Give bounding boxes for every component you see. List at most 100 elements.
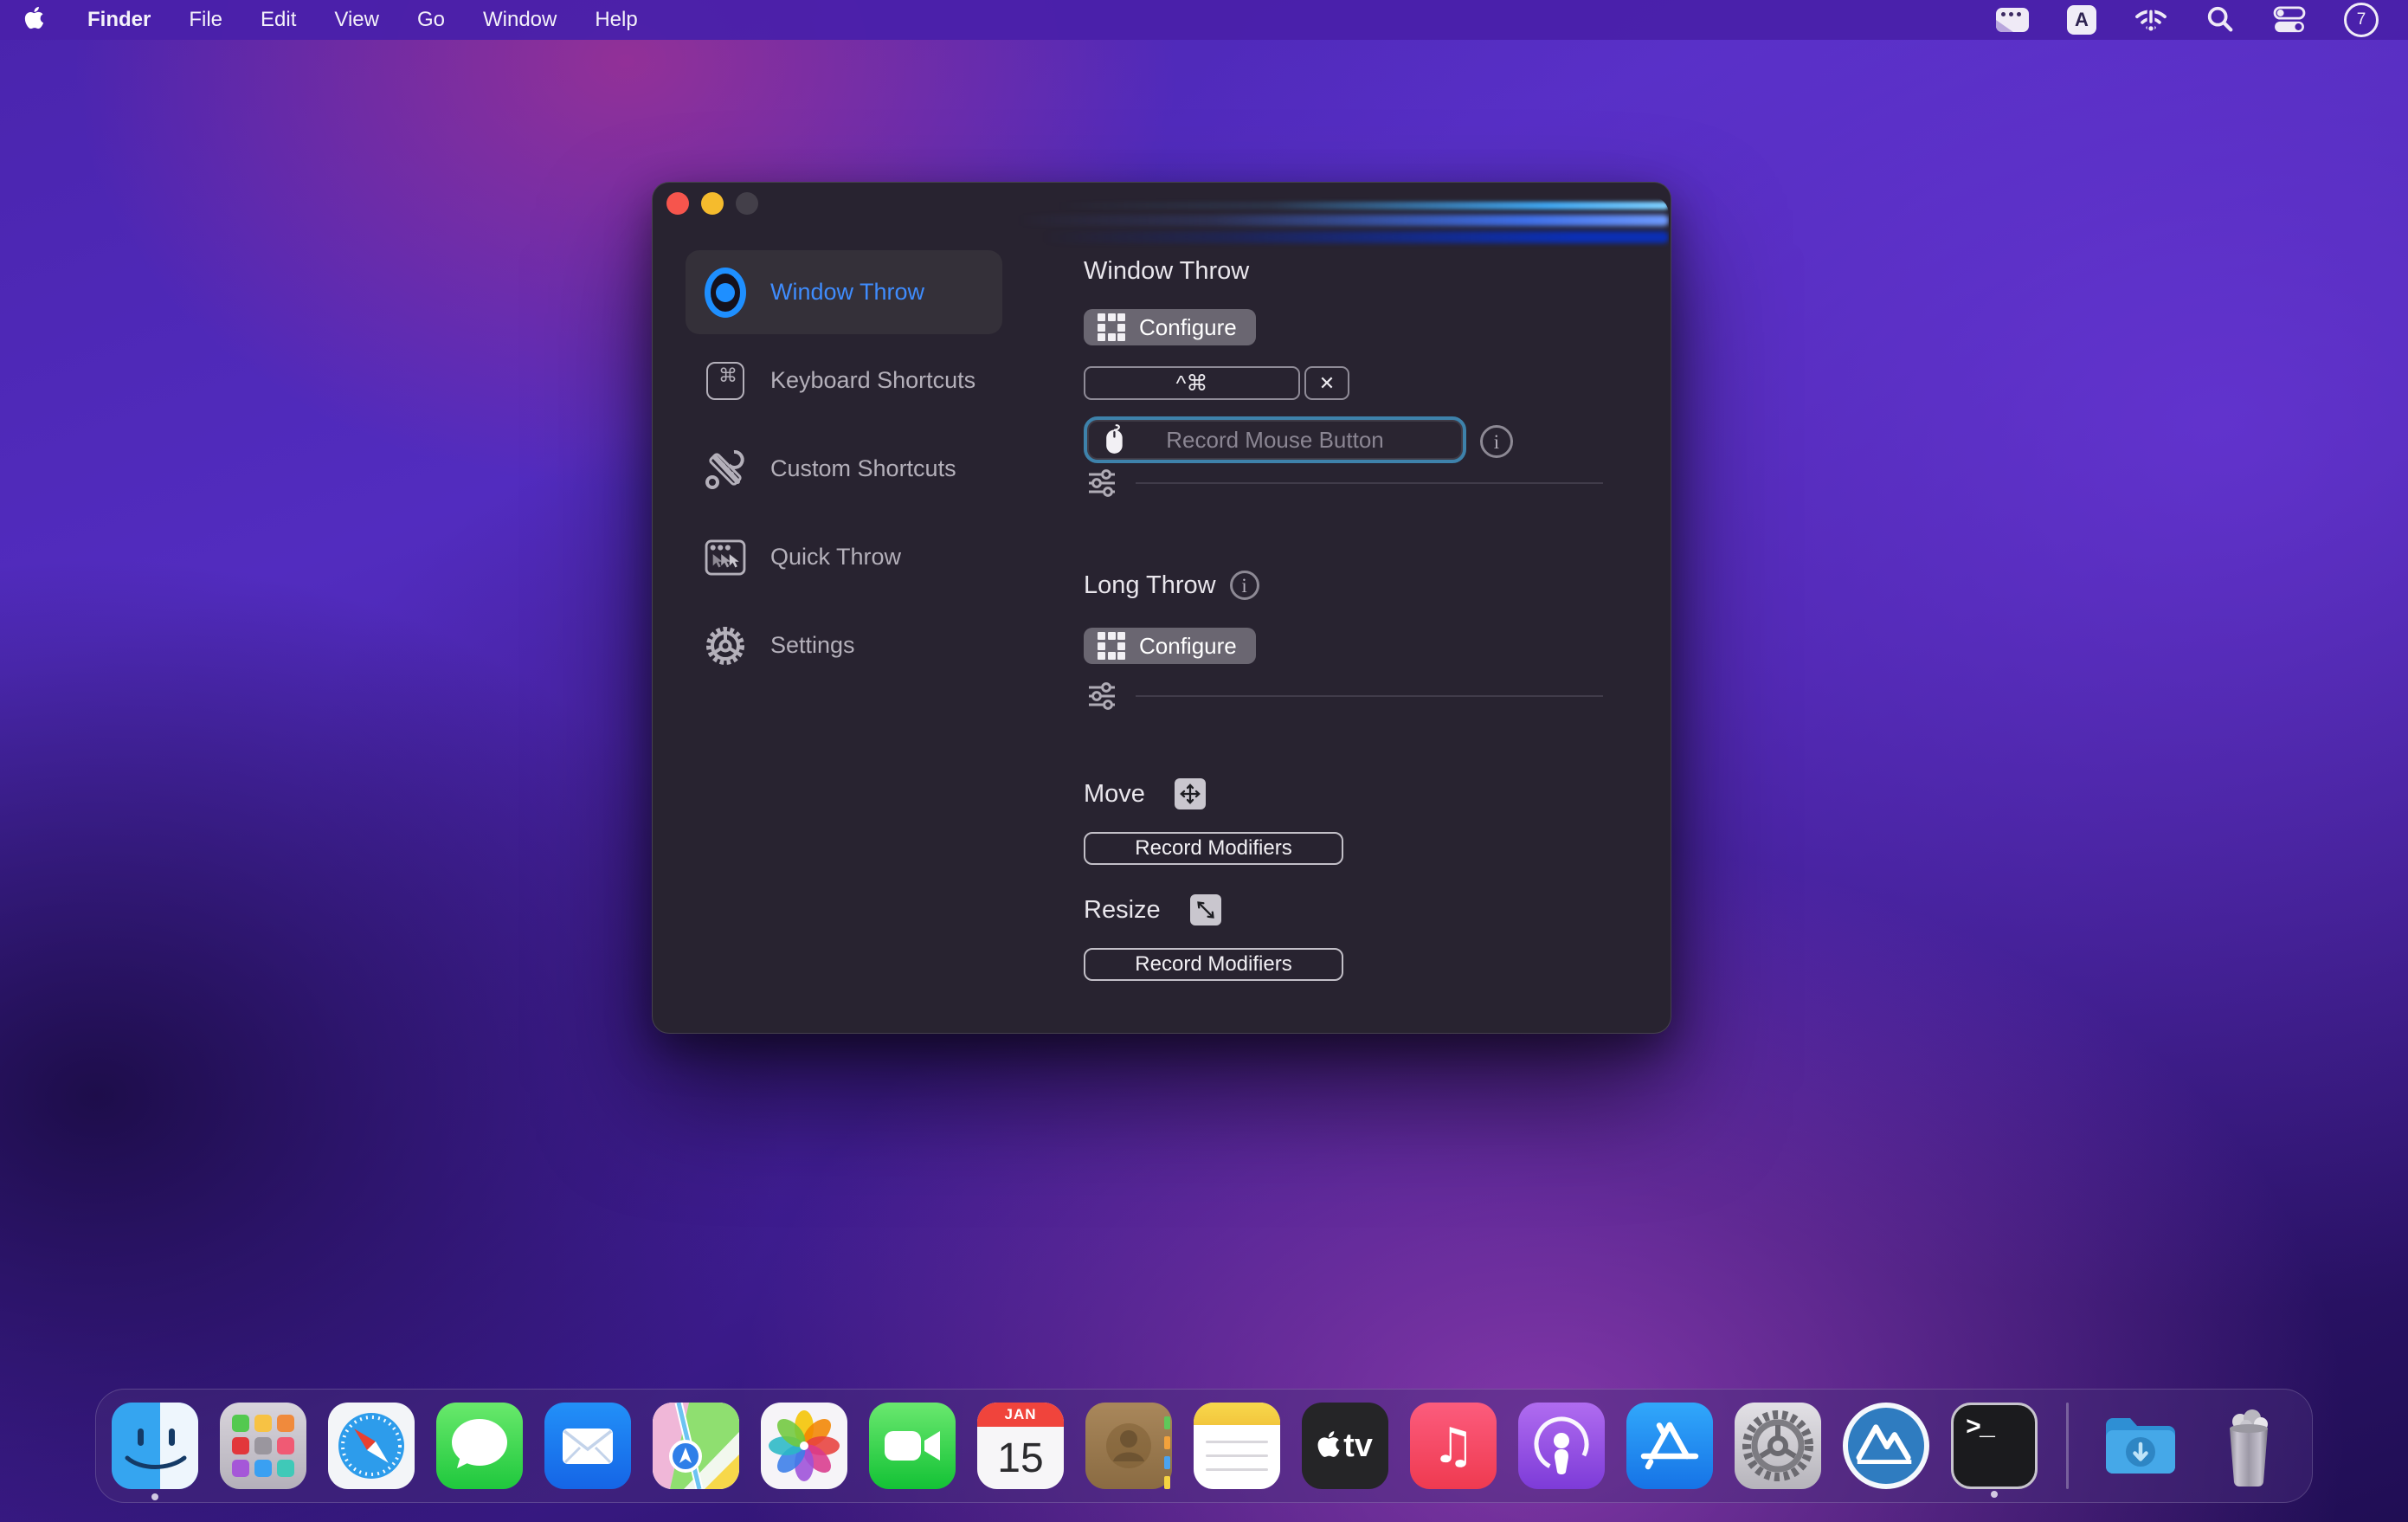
dock-item-podcasts[interactable] (1518, 1403, 1605, 1489)
podcasts-icon (1518, 1403, 1605, 1489)
sidebar-item-quick-throw[interactable]: Quick Throw (686, 515, 1002, 599)
record-circle-icon (705, 272, 746, 313)
record-mouse-button-field[interactable]: Record Mouse Button (1084, 416, 1466, 463)
menu-item-edit[interactable]: Edit (261, 8, 296, 32)
move-title: Move (1084, 780, 1145, 809)
appletv-label: tv (1343, 1429, 1373, 1462)
dock-item-facetime[interactable] (869, 1403, 956, 1489)
grid-icon (1098, 632, 1125, 660)
window-throw-shortcut-row: ^⌘ ✕ (1084, 366, 1349, 400)
dock-item-calendar[interactable]: JAN 15 (977, 1403, 1064, 1489)
dock-item-notes[interactable] (1194, 1403, 1280, 1489)
ruler-wrench-icon (705, 448, 746, 490)
menu-bar: Finder File Edit View Go Window Help A (0, 0, 2408, 40)
dock-item-contacts[interactable] (1085, 1403, 1172, 1489)
close-button[interactable] (666, 192, 689, 215)
menu-item-view[interactable]: View (334, 8, 379, 32)
gear-icon (705, 625, 746, 667)
appstore-icon (1626, 1403, 1713, 1489)
sliders-icon[interactable] (1087, 468, 1117, 498)
mouse-info-icon[interactable]: i (1480, 425, 1513, 458)
resize-icon (1190, 894, 1221, 925)
dock-item-mail[interactable] (544, 1403, 631, 1489)
sidebar-item-settings[interactable]: Settings (686, 603, 1002, 687)
dock-item-maps[interactable] (653, 1403, 739, 1489)
terminal-prompt: >_ (1966, 1414, 1993, 1443)
music-note-icon: ♫ (1432, 1418, 1475, 1474)
menu-item-window[interactable]: Window (483, 8, 557, 32)
settings-panel: Window Throw Configure ^⌘ ✕ Re (1084, 183, 1620, 1033)
window-throw-options-row (1087, 468, 1603, 498)
dock-item-apple-tv[interactable]: tv (1302, 1403, 1388, 1489)
minimize-button[interactable] (701, 192, 724, 215)
dock-item-app-store[interactable] (1626, 1403, 1713, 1489)
dock-item-messages[interactable] (436, 1403, 523, 1489)
wifi-alert-icon[interactable] (2134, 4, 2167, 35)
input-source-letter: A (2075, 9, 2089, 31)
spotlight-icon[interactable] (2205, 4, 2235, 35)
launchpad-grid-icon (220, 1403, 306, 1489)
input-panel-icon[interactable] (1996, 4, 2029, 35)
long-throw-info-icon[interactable]: i (1230, 571, 1259, 600)
dock-item-system-preferences[interactable] (1735, 1403, 1821, 1489)
dock-item-safari[interactable] (328, 1403, 415, 1489)
menu-item-help[interactable]: Help (595, 8, 637, 32)
command-key-icon: ⌘ (705, 360, 746, 402)
dock-item-finder[interactable] (112, 1403, 198, 1489)
dock: JAN 15 tv ♫ (95, 1389, 2313, 1503)
clock-glyph: 7 (2357, 10, 2366, 29)
input-source-icon[interactable]: A (2067, 5, 2096, 35)
long-throw-options-row (1087, 681, 1603, 711)
notes-header (1194, 1403, 1280, 1425)
running-indicator (151, 1493, 158, 1500)
dock-item-photos[interactable] (761, 1403, 847, 1489)
divider (1136, 695, 1603, 697)
sidebar-item-custom-shortcuts[interactable]: Custom Shortcuts (686, 427, 1002, 511)
control-center-icon[interactable] (2273, 4, 2306, 35)
divider (1136, 482, 1603, 484)
cursors-window-icon (705, 537, 746, 578)
long-throw-title: Long Throw i (1084, 571, 1259, 600)
sidebar-item-label: Settings (770, 632, 855, 659)
menu-item-finder[interactable]: Finder (87, 8, 151, 32)
trash-icon (2205, 1403, 2292, 1489)
dock-item-launchpad[interactable] (220, 1403, 306, 1489)
dock-separator (2066, 1403, 2069, 1489)
clear-icon: ✕ (1319, 372, 1335, 395)
window-throw-configure-button[interactable]: Configure (1084, 309, 1256, 345)
resize-title: Resize (1084, 896, 1161, 925)
move-row: Move (1084, 778, 1206, 809)
clear-shortcut-button[interactable]: ✕ (1304, 366, 1349, 400)
resize-row: Resize (1084, 894, 1221, 925)
long-throw-configure-button[interactable]: Configure (1084, 628, 1256, 664)
menu-item-go[interactable]: Go (417, 8, 445, 32)
dock-item-music[interactable]: ♫ (1410, 1403, 1497, 1489)
resize-record-modifiers-button[interactable]: Record Modifiers (1084, 948, 1343, 981)
apple-menu[interactable] (24, 5, 44, 35)
apple-logo-icon (1317, 1429, 1340, 1463)
sliders-icon[interactable] (1087, 681, 1117, 711)
grid-icon (1098, 313, 1125, 341)
sidebar-item-keyboard-shortcuts[interactable]: ⌘ Keyboard Shortcuts (686, 339, 1002, 422)
clock-icon[interactable]: 7 (2344, 3, 2379, 37)
sidebar-item-label: Quick Throw (770, 544, 901, 571)
record-mouse-placeholder: Record Mouse Button (1166, 427, 1383, 454)
sidebar-item-label: Custom Shortcuts (770, 455, 956, 482)
menu-item-file[interactable]: File (189, 8, 222, 32)
shortcut-field[interactable]: ^⌘ (1084, 366, 1300, 400)
dock-item-terminal[interactable]: >_ (1951, 1403, 2038, 1489)
settings-window: Window Throw ⌘ Keyboard Shortcuts (652, 182, 1671, 1034)
sidebar-item-label: Keyboard Shortcuts (770, 367, 975, 394)
calendar-month: JAN (977, 1403, 1064, 1427)
running-indicator (1991, 1491, 1998, 1498)
dock-item-mosaic[interactable] (1843, 1403, 1929, 1489)
move-record-modifiers-button[interactable]: Record Modifiers (1084, 832, 1343, 865)
mosaic-mountains-icon (1849, 1409, 1923, 1483)
dock-item-trash[interactable] (2205, 1403, 2292, 1489)
sidebar-item-window-throw[interactable]: Window Throw (686, 250, 1002, 334)
mouse-icon (1101, 423, 1127, 456)
menu-bar-left: Finder File Edit View Go Window Help (24, 5, 638, 35)
apple-logo-icon (24, 5, 44, 35)
sidebar: Window Throw ⌘ Keyboard Shortcuts (686, 250, 1002, 692)
dock-item-downloads[interactable] (2097, 1403, 2184, 1489)
